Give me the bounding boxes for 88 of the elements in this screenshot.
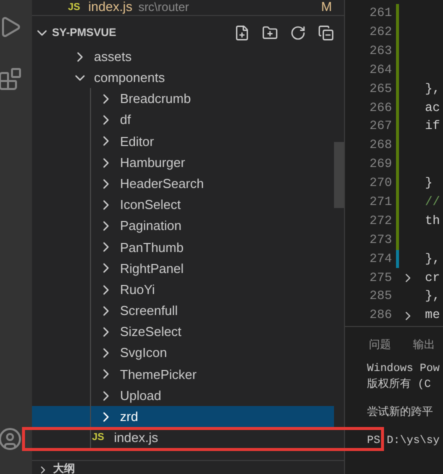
item-label: components — [94, 69, 165, 88]
item-label: Pagination — [120, 217, 182, 236]
section-title: 大纲 — [53, 464, 75, 474]
line-number: 285 — [368, 288, 392, 306]
tree-item[interactable]: SizeSelect — [32, 321, 334, 343]
file-path: src\router — [138, 1, 189, 13]
tree-item[interactable]: Upload — [32, 385, 334, 406]
account-icon[interactable] — [0, 427, 22, 451]
tree-item[interactable]: Screenfull — [32, 300, 334, 322]
item-label: PanThumb — [120, 238, 184, 257]
tree-item[interactable]: assets — [32, 46, 334, 68]
tree-item[interactable]: PanThumb — [32, 236, 334, 258]
line-number: 286 — [368, 307, 392, 324]
item-label: Editor — [120, 132, 154, 151]
extensions-icon[interactable] — [0, 67, 22, 91]
code-text: // — [425, 194, 440, 211]
line-number: 271 — [368, 194, 392, 211]
line-number: 270 — [368, 175, 392, 192]
outline-header[interactable]: 大纲 — [32, 460, 344, 474]
section-title: SY-PMSVUE — [52, 26, 116, 41]
line-number: 266 — [368, 100, 392, 117]
item-label: ThemePicker — [120, 366, 197, 384]
terminal-line: PS D:\ys\sy — [367, 434, 440, 449]
tree-item[interactable]: HeaderSearch — [32, 173, 334, 194]
terminal-line: Windows Pow — [367, 362, 440, 377]
line-number: 265 — [368, 80, 392, 98]
tree-item[interactable]: components — [32, 67, 334, 88]
scrollbar[interactable] — [334, 142, 344, 208]
item-label: SizeSelect — [120, 323, 182, 342]
tree-item[interactable]: RuoYi — [32, 279, 334, 300]
tree-item[interactable]: zrd — [32, 406, 334, 428]
tree-item[interactable]: RightPanel — [32, 258, 334, 280]
tree-item[interactable]: SvgIcon — [32, 342, 334, 364]
item-label: assets — [94, 48, 132, 66]
line-number: 269 — [368, 156, 392, 174]
tree-item[interactable]: IconSelect — [32, 194, 334, 216]
terminal-line: 尝试新的跨平 — [367, 405, 433, 421]
line-number: 264 — [368, 62, 392, 79]
file-name: index.js — [88, 0, 132, 13]
line-number: 267 — [368, 118, 392, 136]
tree-item[interactable]: Pagination — [32, 216, 334, 237]
line-number: 273 — [368, 232, 392, 249]
tree-item[interactable]: Editor — [32, 130, 334, 152]
item-label: zrd — [120, 408, 138, 426]
open-editor-item[interactable]: JS index.js src\router M — [32, 0, 344, 14]
item-label: RightPanel — [120, 260, 184, 278]
line-number: 274 — [368, 250, 392, 268]
tree-item[interactable]: JS index.js — [32, 427, 334, 449]
panel-tab[interactable]: 输出 — [413, 337, 435, 361]
code-text: cr — [425, 270, 440, 287]
js-file-icon: JS — [92, 430, 108, 446]
code-text: }, — [425, 250, 440, 268]
code-text: ac — [425, 100, 440, 117]
line-number: 263 — [368, 42, 392, 60]
code-text: } — [425, 175, 433, 192]
code-text: th — [425, 212, 440, 230]
code-text: }, — [425, 288, 440, 306]
new-folder-icon[interactable] — [262, 25, 278, 41]
line-number: 262 — [368, 24, 392, 41]
item-label: Breadcrumb — [120, 90, 191, 108]
line-number: 261 — [368, 5, 392, 22]
item-label: df — [120, 111, 131, 130]
new-file-icon[interactable] — [234, 25, 250, 41]
item-label: IconSelect — [120, 196, 181, 214]
item-label: RuoYi — [120, 280, 155, 299]
code-text: if — [425, 118, 440, 136]
line-number: 275 — [368, 270, 392, 287]
run-debug-icon[interactable] — [0, 15, 22, 39]
item-label: Upload — [120, 386, 162, 405]
panel-tab[interactable]: 问题 — [369, 337, 391, 361]
tree-item[interactable]: Breadcrumb — [32, 88, 334, 110]
tree-item[interactable]: df — [32, 110, 334, 131]
line-number: 272 — [368, 212, 392, 230]
item-label: HeaderSearch — [120, 174, 204, 193]
item-label: Screenfull — [120, 302, 178, 320]
collapse-all-icon[interactable] — [318, 25, 334, 41]
refresh-icon[interactable] — [290, 25, 306, 41]
terminal-line: 版权所有 (C — [367, 377, 431, 393]
code-text: me — [425, 307, 440, 324]
tree-item[interactable]: ThemePicker — [32, 364, 334, 385]
js-file-icon: JS — [68, 3, 80, 13]
item-label: index.js — [114, 429, 158, 448]
item-label: SvgIcon — [120, 344, 167, 362]
git-status: M — [321, 0, 332, 13]
line-number: 268 — [368, 137, 392, 154]
code-text: }, — [425, 80, 440, 98]
item-label: Hamburger — [120, 154, 186, 172]
tree-item[interactable]: Hamburger — [32, 152, 334, 174]
